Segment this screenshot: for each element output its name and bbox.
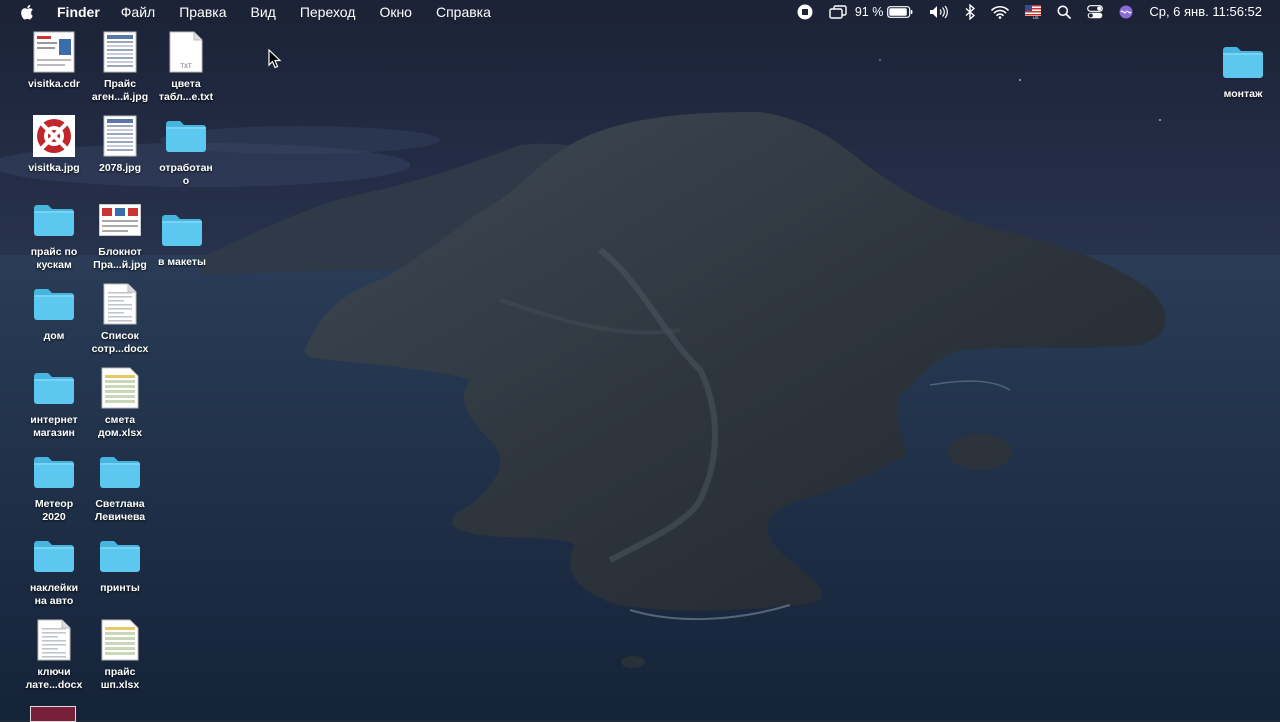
folder-icon [1219, 38, 1267, 86]
desktop-folder[interactable]: в макеты [140, 206, 224, 269]
desktop-item-label: смета дом.xlsx [97, 414, 143, 439]
flag-icon[interactable]: US [1025, 0, 1042, 24]
desktop-folder[interactable]: принты [78, 532, 162, 595]
file-icon [96, 616, 144, 664]
mouse-cursor-icon [268, 49, 282, 69]
file-icon [30, 112, 78, 160]
folder-icon [30, 280, 78, 328]
bluetooth-icon[interactable] [965, 0, 976, 24]
desktop-folder[interactable]: монтаж [1201, 38, 1280, 101]
desktop-item-label: прайс шп.xlsx [100, 666, 140, 691]
file-icon [96, 364, 144, 412]
battery-icon[interactable] [887, 0, 913, 24]
file-icon: TXT [162, 28, 210, 76]
menu-go[interactable]: Переход [288, 0, 368, 24]
apple-logo-icon[interactable] [20, 4, 36, 20]
menu-file[interactable]: Файл [109, 0, 167, 24]
file-icon [96, 112, 144, 160]
folder-icon [30, 364, 78, 412]
file-icon [30, 616, 78, 664]
desktop-folder[interactable]: Светлана Левичева [78, 448, 162, 524]
control-center-icon[interactable] [1087, 0, 1104, 24]
siri-icon[interactable] [1119, 0, 1133, 24]
menu-window[interactable]: Окно [367, 0, 424, 24]
svg-text:TXT: TXT [180, 64, 192, 70]
folder-icon [96, 532, 144, 580]
desktop-item-label: цвета табл...е.txt [158, 78, 214, 103]
menu-bar-left: Finder Файл Правка Вид Переход Окно Спра… [0, 0, 503, 24]
desktop-file[interactable]: Список сотр...docx [78, 280, 162, 356]
menu-bar-clock[interactable]: Ср, 6 янв. 11:56:52 [1149, 0, 1262, 24]
svg-text:US: US [1033, 15, 1039, 19]
folder-icon [158, 206, 206, 254]
desktop-item-label: принты [100, 582, 140, 594]
desktop-file[interactable]: TXT цвета табл...е.txt [144, 28, 228, 104]
file-icon [96, 280, 144, 328]
menu-view[interactable]: Вид [239, 0, 288, 24]
record-stop-icon[interactable] [797, 0, 813, 24]
desktop-wallpaper [0, 0, 1280, 720]
wifi-icon[interactable] [991, 0, 1010, 24]
desktop-file[interactable]: прайс шп.xlsx [78, 616, 162, 692]
folder-icon [96, 448, 144, 496]
menu-app-finder[interactable]: Finder [57, 0, 109, 24]
volume-icon[interactable] [929, 0, 949, 24]
search-icon[interactable] [1057, 0, 1072, 24]
folder-icon [162, 112, 210, 160]
file-icon [30, 28, 78, 76]
desktop-file[interactable]: смета дом.xlsx [78, 364, 162, 440]
menu-edit[interactable]: Правка [167, 0, 238, 24]
folder-icon [30, 532, 78, 580]
file-icon [96, 28, 144, 76]
folder-icon [30, 196, 78, 244]
menu-bar: Finder Файл Правка Вид Переход Окно Спра… [0, 0, 1280, 24]
screens-icon[interactable] [829, 0, 847, 24]
desktop-item-label: отработан о [159, 162, 213, 187]
menu-help[interactable]: Справка [424, 0, 503, 24]
folder-icon [30, 448, 78, 496]
desktop-item-label: в макеты [158, 256, 206, 268]
battery-percent: 91 % [854, 5, 884, 19]
desktop-item-label: монтаж [1223, 88, 1263, 100]
menu-bar-status: 91 % US Ср, 6 янв. 11:56:52 [789, 0, 1280, 24]
desktop-item-label: Светлана Левичева [94, 498, 146, 523]
desktop-item-label: Список сотр...docx [91, 330, 149, 355]
desktop-folder[interactable]: отработан о [144, 112, 228, 188]
file-icon [96, 196, 144, 244]
